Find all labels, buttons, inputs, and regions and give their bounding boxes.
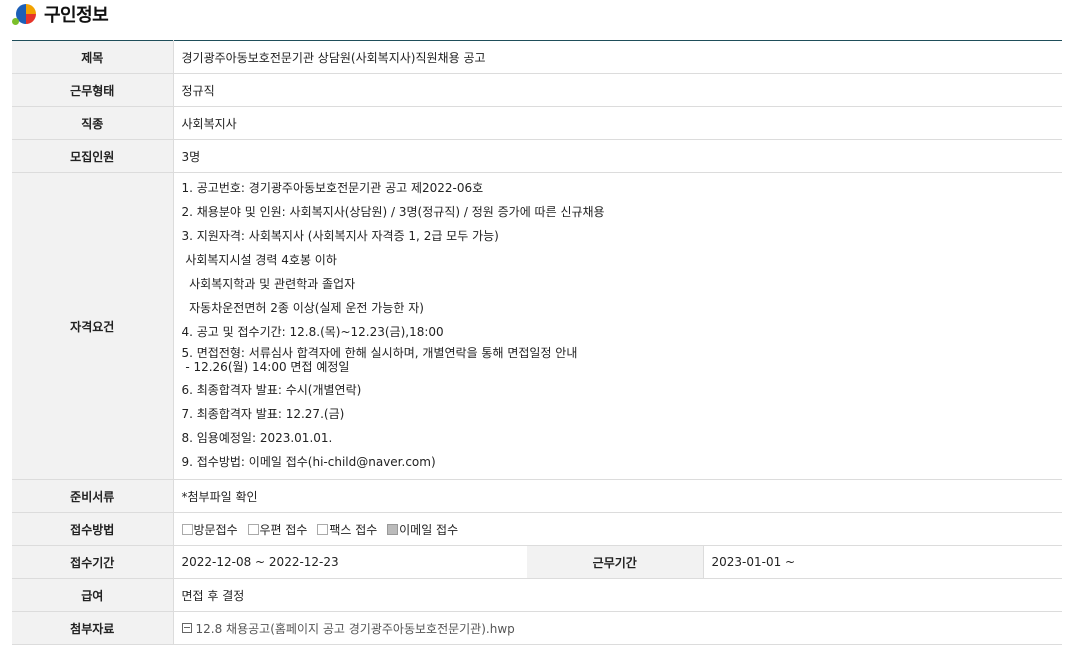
table-row: 직종 사회복지사 (12, 106, 1063, 140)
list-item: 사회복지시설 경력 4호봉 이하 (181, 253, 337, 268)
list-item: 4. 공고 및 접수기간: 12.8.(목)~12.23(금),18:00 (181, 325, 444, 340)
table-row: 준비서류 *첨부파일 확인 (12, 479, 1063, 513)
list-item: 사회복지학과 및 관련학과 졸업자 (181, 277, 356, 292)
row-label: 근무기간 (527, 545, 704, 579)
requirements-list: 1. 공고번호: 경기광주아동보호전문기관 공고 제2022-06호 2. 채용… (182, 173, 1055, 479)
list-item: 2. 채용분야 및 인원: 사회복지사(상담원) / 3명(정규직) / 정원 … (181, 205, 605, 220)
list-item: 8. 임용예정일: 2023.01.01. (181, 431, 333, 446)
job-info-table: 제목 경기광주아동보호전문기관 상담원(사회복지사)직원채용 공고 근무형태 정… (12, 40, 1063, 645)
table-row: 급여 면접 후 결정 (12, 578, 1063, 612)
requirements-cell: 1. 공고번호: 경기광주아동보호전문기관 공고 제2022-06호 2. 채용… (173, 172, 1063, 480)
list-item-line: 5. 면접전형: 서류심사 합격자에 한해 실시하며, 개별연락을 통해 면접일… (181, 346, 578, 360)
table-row: 모집인원 3명 (12, 139, 1063, 173)
row-label: 접수기간 (12, 545, 174, 579)
page-header: 구인정보 (12, 0, 109, 28)
row-label: 모집인원 (12, 139, 174, 173)
documents: *첨부파일 확인 (173, 479, 1063, 513)
checkbox-checked-icon (387, 523, 399, 535)
checkbox-icon (181, 523, 193, 535)
list-item: 7. 최종합격자 발표: 12.27.(금) (181, 407, 345, 422)
job-title: 경기광주아동보호전문기관 상담원(사회복지사)직원채용 공고 (173, 40, 1063, 74)
table-row: 접수방법 방문접수 우편 접수 팩스 접수 이메일 접수 (12, 512, 1063, 546)
row-label: 직종 (12, 106, 174, 140)
checkbox-icon (247, 523, 259, 535)
list-item: 6. 최종합격자 발표: 수시(개별연락) (181, 383, 362, 398)
logo-icon (12, 2, 38, 26)
page-title: 구인정보 (44, 5, 109, 26)
method-email: 이메일 접수 (387, 523, 458, 537)
row-label: 제목 (12, 40, 174, 74)
headcount: 3명 (173, 139, 1063, 173)
row-label: 급여 (12, 578, 174, 612)
method-fax: 팩스 접수 (317, 523, 377, 537)
attachment-link[interactable]: 12.8 채용공고(홈페이지 공고 경기광주아동보호전문기관).hwp (196, 622, 515, 636)
table-row: 근무형태 정규직 (12, 73, 1063, 107)
list-item: 자동차운전면허 2종 이상(실제 운전 가능한 자) (181, 301, 424, 316)
method-mail: 우편 접수 (247, 523, 307, 537)
table-row: 제목 경기광주아동보호전문기관 상담원(사회복지사)직원채용 공고 (12, 40, 1063, 74)
method-options: 방문접수 우편 접수 팩스 접수 이메일 접수 (173, 512, 1063, 546)
file-icon (181, 622, 192, 633)
work-type: 정규직 (173, 73, 1063, 107)
method-visit: 방문접수 (181, 523, 238, 537)
table-row: 접수기간 2022-12-08 ~ 2022-12-23 근무기간 2023-0… (12, 545, 1063, 579)
list-item: 9. 접수방법: 이메일 접수(hi-child@naver.com) (181, 455, 436, 470)
table-row: 자격요건 1. 공고번호: 경기광주아동보호전문기관 공고 제2022-06호 … (12, 172, 1063, 480)
row-label: 자격요건 (12, 172, 174, 480)
row-label: 근무형태 (12, 73, 174, 107)
list-item-line: - 12.26(월) 14:00 면접 예정일 (181, 359, 350, 374)
row-label: 접수방법 (12, 512, 174, 546)
checkbox-icon (317, 523, 329, 535)
work-period: 2023-01-01 ~ (703, 545, 1063, 579)
apply-period: 2022-12-08 ~ 2022-12-23 (173, 545, 527, 579)
salary: 면접 후 결정 (173, 578, 1063, 612)
list-item: 1. 공고번호: 경기광주아동보호전문기관 공고 제2022-06호 (181, 181, 484, 196)
list-item: 3. 지원자격: 사회복지사 (사회복지사 자격증 1, 2급 모두 가능) (181, 229, 499, 244)
job-type: 사회복지사 (173, 106, 1063, 140)
row-label: 준비서류 (12, 479, 174, 513)
list-item: 5. 면접전형: 서류심사 합격자에 한해 실시하며, 개별연락을 통해 면접일… (182, 345, 1055, 379)
